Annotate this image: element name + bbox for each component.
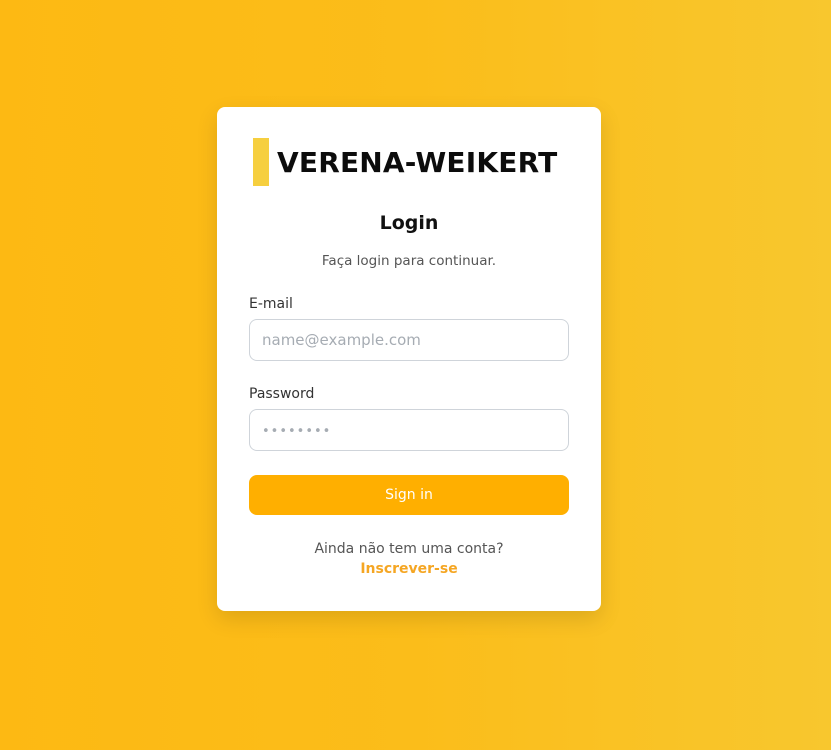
signup-link[interactable]: Inscrever-se [217, 561, 601, 577]
brand-name: VERENA-WEIKERT [277, 145, 558, 179]
page-title: Login [379, 212, 439, 234]
email-label: E-mail [249, 296, 293, 312]
password-field[interactable] [249, 409, 569, 451]
brand-logo: VERENA-WEIKERT [253, 138, 557, 186]
sign-in-button[interactable]: Sign in [249, 475, 569, 515]
password-label: Password [249, 386, 315, 402]
brand-bar-icon [253, 138, 269, 186]
no-account-text: Ainda não tem uma conta? [314, 541, 504, 557]
page-subtitle: Faça login para continuar. [321, 253, 497, 269]
email-field[interactable] [249, 319, 569, 361]
login-card: VERENA-WEIKERT Login Faça login para con… [217, 107, 601, 611]
